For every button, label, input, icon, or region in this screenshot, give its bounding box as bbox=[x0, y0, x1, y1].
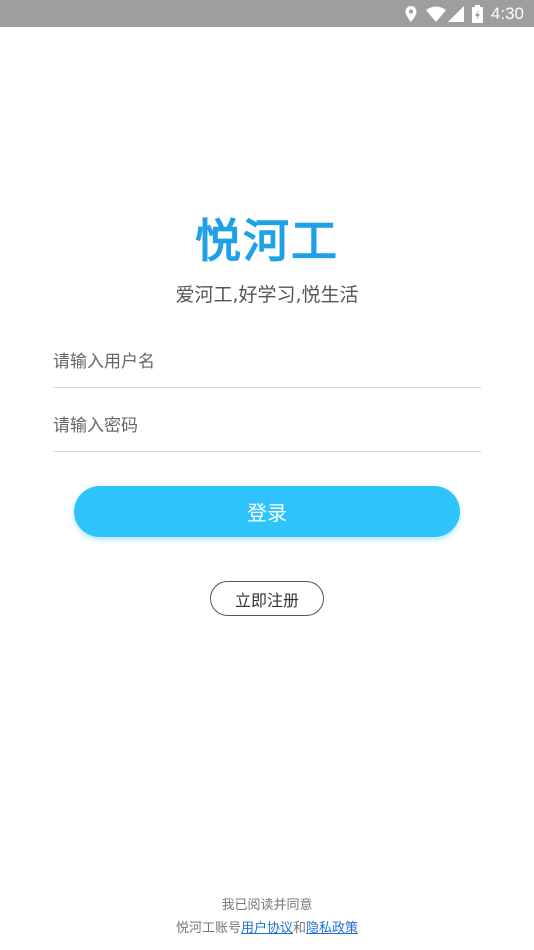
battery-icon bbox=[471, 4, 483, 23]
username-input[interactable] bbox=[53, 337, 481, 387]
status-icons: 4:30 bbox=[404, 0, 524, 27]
location-icon bbox=[404, 5, 418, 23]
agreement-prefix: 悦河工账号 bbox=[175, 921, 241, 936]
login-button[interactable]: 登录 bbox=[74, 486, 460, 537]
user-agreement-link[interactable]: 用户协议 bbox=[241, 921, 293, 936]
privacy-policy-link[interactable]: 隐私政策 bbox=[306, 921, 358, 936]
signal-icon bbox=[447, 5, 464, 22]
username-field bbox=[53, 337, 481, 388]
status-time: 4:30 bbox=[490, 3, 524, 23]
agreement-line-1: 我已阅读并同意 bbox=[221, 898, 313, 913]
agreement-line-2: 悦河工账号用户协议和隐私政策 bbox=[0, 917, 534, 936]
password-field bbox=[53, 401, 481, 452]
wifi-icon bbox=[425, 6, 446, 22]
agreement-conjunction: 和 bbox=[293, 921, 307, 936]
password-input[interactable] bbox=[53, 401, 481, 451]
register-button[interactable]: 立即注册 bbox=[210, 581, 324, 616]
app-slogan: 爱河工,好学习,悦生活 bbox=[175, 284, 359, 306]
status-bar: 4:30 bbox=[0, 0, 534, 27]
app-title: 悦河工 bbox=[195, 214, 339, 268]
